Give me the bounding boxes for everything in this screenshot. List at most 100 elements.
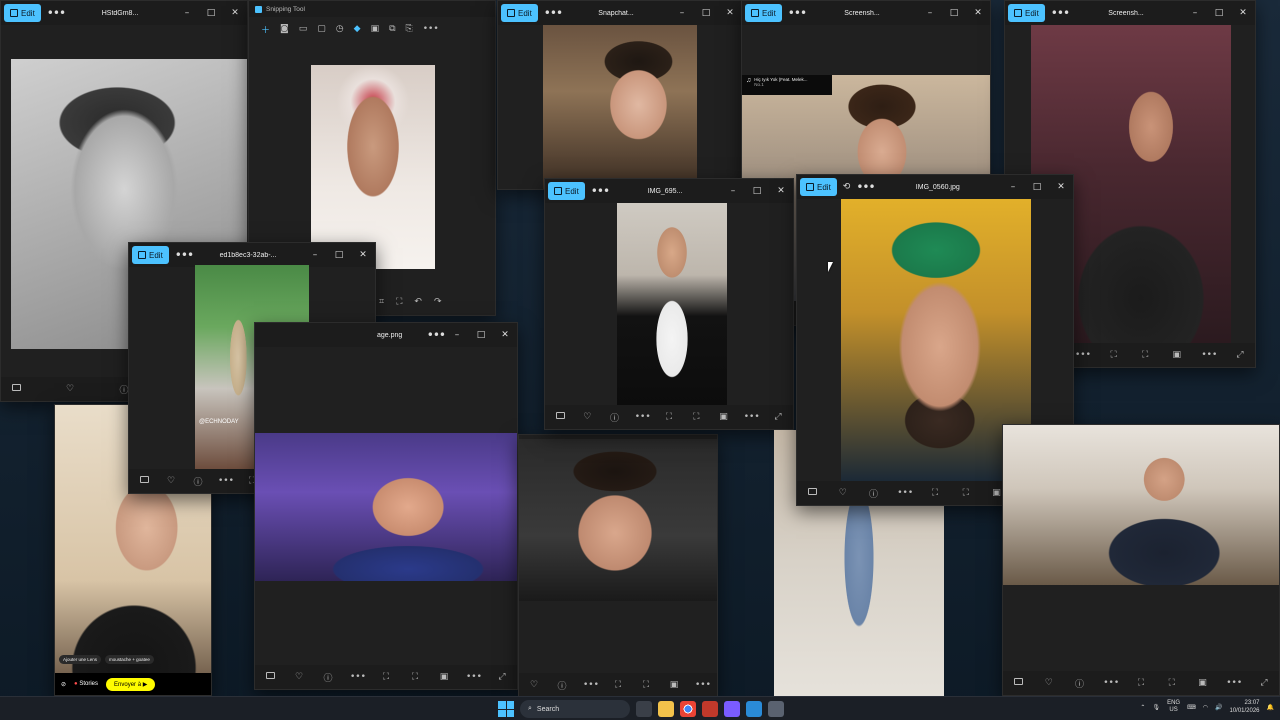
more-options-icon[interactable]: ••• — [427, 328, 446, 342]
close-button[interactable]: ✕ — [769, 186, 793, 196]
maximize-button[interactable]: □ — [745, 186, 769, 196]
lens-chip[interactable]: Ajouter une Lens — [59, 655, 102, 664]
copy-icon[interactable]: ⧉ — [389, 24, 395, 34]
save-icon[interactable]: ▣ — [371, 24, 380, 34]
favorite-icon[interactable]: ♡ — [164, 476, 178, 486]
camera-icon[interactable]: ◙ — [280, 24, 289, 34]
maximize-button[interactable]: □ — [1207, 8, 1231, 18]
minimize-button[interactable]: – — [670, 8, 694, 18]
favorite-icon[interactable]: ♡ — [292, 672, 306, 682]
info-icon[interactable]: ⓘ — [321, 671, 335, 684]
fullscreen-icon[interactable]: ⛶ — [689, 412, 703, 422]
filmstrip-icon[interactable] — [1011, 678, 1025, 688]
close-button[interactable]: ✕ — [966, 8, 990, 18]
more-icon-2[interactable]: ••• — [744, 412, 760, 422]
more-options-icon[interactable]: ••• — [856, 180, 875, 194]
mic-icon[interactable]: 🎙 — [1152, 704, 1160, 711]
app-icon-purple[interactable] — [724, 701, 740, 717]
rotate-icon[interactable]: ⟲ — [843, 182, 851, 192]
photos-window-img695[interactable]: Edit ••• IMG_695... – □ ✕ ♡ ⓘ ••• ⛶ ⛶ ▣ ••… — [544, 178, 794, 430]
more-options-icon[interactable]: ••• — [1051, 6, 1070, 20]
link-icon[interactable]: ⊘ — [61, 681, 66, 688]
slideshow-icon[interactable]: ▣ — [437, 672, 451, 682]
favorite-icon[interactable]: ♡ — [1042, 678, 1056, 688]
fullscreen-icon[interactable]: ⛶ — [1138, 350, 1152, 360]
minimize-button[interactable]: – — [1183, 8, 1207, 18]
taskbar-search[interactable]: ⌕ Search — [520, 700, 630, 718]
more-icon[interactable]: ••• — [1075, 350, 1091, 360]
more-icon-2[interactable]: ••• — [466, 672, 482, 682]
language-indicator[interactable]: ENG US — [1167, 700, 1180, 714]
slideshow-icon[interactable]: ▣ — [1170, 350, 1184, 360]
fullscreen-icon[interactable]: ⛶ — [639, 680, 653, 690]
more-options-icon[interactable]: ••• — [175, 248, 194, 262]
close-button[interactable]: ✕ — [351, 250, 375, 260]
edit-button[interactable]: Edit — [800, 178, 837, 196]
photos-window-gaming-chair[interactable]: ♡ ⓘ ••• ⛶ ⛶ ▣ ••• ⤢ — [1002, 424, 1280, 696]
edit-button[interactable]: Edit — [4, 4, 41, 22]
slideshow-icon[interactable]: ▣ — [717, 412, 731, 422]
slideshow-icon[interactable]: ▣ — [667, 680, 681, 690]
select-icon[interactable]: ⛶ — [396, 297, 402, 307]
maximize-button[interactable]: □ — [199, 8, 223, 18]
snipping-app-icon[interactable] — [768, 701, 784, 717]
start-button[interactable] — [498, 701, 514, 717]
rect-mode-icon[interactable]: ▢ — [317, 24, 326, 34]
more-icon[interactable]: ••• — [350, 672, 366, 682]
task-view-icon[interactable] — [636, 701, 652, 717]
fit-icon[interactable]: ⛶ — [662, 412, 676, 422]
stories-button[interactable]: ● Stories — [74, 681, 98, 687]
filter-chip[interactable]: moustache + goatee — [105, 655, 154, 664]
volume-icon[interactable]: 🔊 — [1215, 704, 1222, 711]
color-icon[interactable]: ◆ — [354, 24, 361, 34]
fit-icon[interactable]: ⛶ — [1134, 678, 1148, 688]
more-icon[interactable]: ••• — [218, 476, 234, 486]
photos-window-snapchat[interactable]: Edit ••• Snapchat... – □ ✕ — [497, 0, 743, 190]
info-icon[interactable]: ⓘ — [867, 487, 881, 500]
video-icon[interactable]: ▭ — [299, 24, 308, 34]
file-explorer-icon[interactable] — [658, 701, 674, 717]
clock[interactable]: 23:07 10/01/2026 — [1229, 699, 1259, 715]
title-bar[interactable]: Snipping Tool — [249, 1, 495, 17]
close-button[interactable]: ✕ — [1049, 182, 1073, 192]
fit-icon[interactable]: ⛶ — [1107, 350, 1121, 360]
info-icon[interactable]: ⓘ — [1073, 677, 1087, 690]
chrome-icon[interactable] — [680, 701, 696, 717]
edit-button[interactable]: Edit — [501, 4, 538, 22]
minimize-button[interactable]: – — [1001, 182, 1025, 192]
keyboard-icon[interactable]: ⌨ — [1187, 704, 1196, 711]
fullscreen-icon[interactable]: ⛶ — [408, 672, 422, 682]
maximize-button[interactable]: □ — [694, 8, 718, 18]
new-snip-icon[interactable]: ＋ — [261, 23, 270, 36]
photos-window-laughing[interactable]: ♡ ⓘ ••• ⛶ ⛶ ▣ ••• — [518, 434, 718, 698]
title-bar[interactable]: Edit ••• IMG_695... – □ ✕ — [545, 179, 793, 203]
more-icon-2[interactable]: ••• — [695, 680, 711, 690]
info-icon[interactable]: ⓘ — [555, 679, 569, 692]
more-options-icon[interactable]: ••• — [591, 184, 610, 198]
filmstrip-icon[interactable] — [9, 384, 23, 394]
close-button[interactable]: ✕ — [718, 8, 742, 18]
close-button[interactable]: ✕ — [223, 8, 247, 18]
redo-icon[interactable]: ↷ — [434, 297, 442, 307]
edit-button[interactable]: Edit — [132, 246, 169, 264]
fullscreen-icon[interactable]: ⛶ — [959, 488, 973, 498]
more-options-icon[interactable]: ••• — [544, 6, 563, 20]
more-icon-2[interactable]: ••• — [1226, 678, 1242, 688]
more-options-icon[interactable]: ••• — [47, 6, 66, 20]
delay-icon[interactable]: ◷ — [336, 24, 344, 34]
fit-icon[interactable]: ⛶ — [611, 680, 625, 690]
slideshow-icon[interactable]: ▣ — [1196, 678, 1210, 688]
chevron-up-icon[interactable]: ⌃ — [1140, 704, 1145, 711]
fit-icon[interactable]: ⛶ — [928, 488, 942, 498]
expand-icon[interactable]: ⤢ — [771, 412, 785, 422]
send-button[interactable]: Envoyer à ▶ — [106, 677, 156, 691]
more-icon[interactable]: ••• — [583, 680, 599, 690]
undo-icon[interactable]: ↶ — [414, 297, 422, 307]
maximize-button[interactable]: □ — [327, 250, 351, 260]
expand-icon[interactable]: ⤢ — [1257, 678, 1271, 688]
title-bar[interactable]: Edit ••• Snapchat... – □ ✕ — [498, 1, 742, 25]
maximize-button[interactable]: □ — [469, 330, 493, 340]
filmstrip-icon[interactable] — [263, 672, 277, 682]
minimize-button[interactable]: – — [918, 8, 942, 18]
more-icon-2[interactable]: ••• — [1201, 350, 1217, 360]
